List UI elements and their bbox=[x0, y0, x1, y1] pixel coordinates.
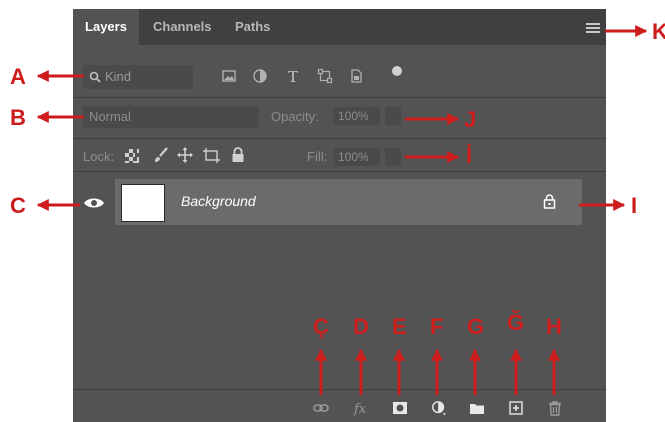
callout-g: G bbox=[467, 314, 485, 339]
callout-i: I bbox=[631, 193, 638, 218]
callout-g-breve: Ğ bbox=[507, 310, 525, 335]
callout-c-cedilla: Ç bbox=[313, 314, 329, 339]
callout-arrows bbox=[36, 25, 648, 395]
callout-k: K bbox=[652, 19, 665, 44]
callout-i-dot: İ bbox=[466, 143, 473, 168]
callout-h: H bbox=[546, 314, 562, 339]
callout-b: B bbox=[10, 105, 26, 130]
callout-e: E bbox=[392, 314, 407, 339]
callout-d: D bbox=[353, 314, 369, 339]
callout-a: A bbox=[10, 64, 26, 89]
callout-j: J bbox=[464, 107, 477, 132]
callout-f: F bbox=[430, 314, 444, 339]
callout-c: C bbox=[10, 193, 26, 218]
